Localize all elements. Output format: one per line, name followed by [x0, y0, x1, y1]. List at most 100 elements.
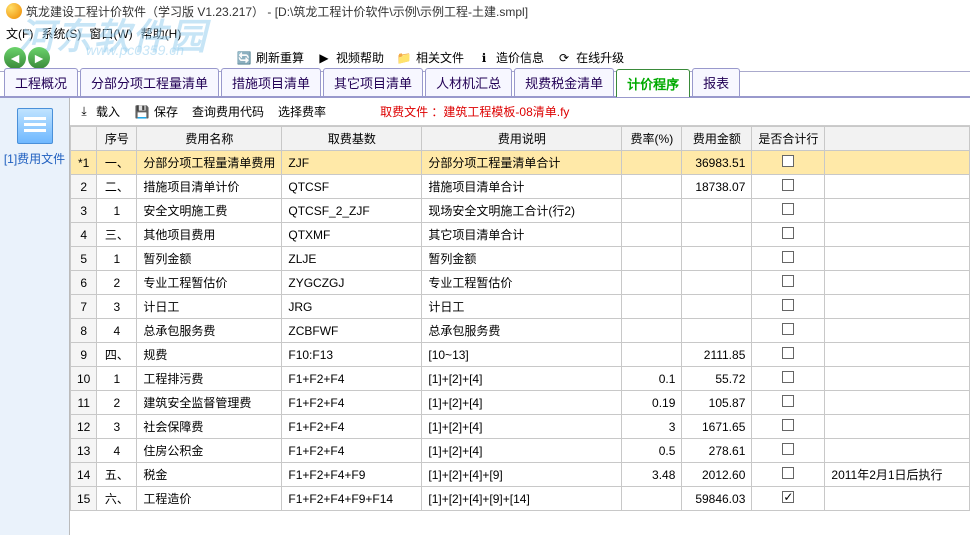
cell-seq[interactable]: 一、: [97, 151, 137, 175]
cell-name[interactable]: 计日工: [137, 295, 282, 319]
cell-rate[interactable]: [622, 199, 682, 223]
cell-note[interactable]: [825, 199, 970, 223]
cell-base[interactable]: F1+F2+F4+F9: [282, 463, 422, 487]
menu-help[interactable]: 帮助(H): [141, 25, 182, 42]
cell-amt[interactable]: 59846.03: [682, 487, 752, 511]
cell-base[interactable]: ZCBFWF: [282, 319, 422, 343]
table-row[interactable]: 14五、税金F1+F2+F4+F9[1]+[2]+[4]+[9]3.482012…: [71, 463, 970, 487]
table-row[interactable]: 101工程排污费F1+F2+F4[1]+[2]+[4]0.155.72: [71, 367, 970, 391]
cell-seq[interactable]: 二、: [97, 175, 137, 199]
checkbox-icon[interactable]: [782, 155, 794, 167]
cell-note[interactable]: [825, 247, 970, 271]
cell-amt[interactable]: 2012.60: [682, 463, 752, 487]
cell-chk[interactable]: [752, 175, 825, 199]
tab-bill[interactable]: 分部分项工程量清单: [80, 68, 219, 96]
col-rate[interactable]: 费率(%): [622, 127, 682, 151]
checkbox-icon[interactable]: [782, 347, 794, 359]
cell-name[interactable]: 工程排污费: [137, 367, 282, 391]
select-rate-button[interactable]: 选择费率: [278, 103, 326, 120]
checkbox-icon[interactable]: [782, 395, 794, 407]
cell-name[interactable]: 建筑安全监督管理费: [137, 391, 282, 415]
row-number[interactable]: 15: [71, 487, 97, 511]
row-number[interactable]: 14: [71, 463, 97, 487]
cell-amt[interactable]: 278.61: [682, 439, 752, 463]
table-row[interactable]: 112建筑安全监督管理费F1+F2+F4[1]+[2]+[4]0.19105.8…: [71, 391, 970, 415]
cell-base[interactable]: F1+F2+F4: [282, 439, 422, 463]
table-row[interactable]: 9四、规费F10:F13[10~13]2111.85: [71, 343, 970, 367]
cell-name[interactable]: 专业工程暂估价: [137, 271, 282, 295]
row-number[interactable]: 2: [71, 175, 97, 199]
cell-seq[interactable]: 四、: [97, 343, 137, 367]
row-number[interactable]: 9: [71, 343, 97, 367]
table-row[interactable]: 15六、工程造价F1+F2+F4+F9+F14[1]+[2]+[4]+[9]+[…: [71, 487, 970, 511]
row-number[interactable]: 4: [71, 223, 97, 247]
cell-chk[interactable]: [752, 367, 825, 391]
save-button[interactable]: 💾保存: [134, 103, 178, 120]
row-number[interactable]: 10: [71, 367, 97, 391]
cell-base[interactable]: JRG: [282, 295, 422, 319]
col-chk[interactable]: 是否合计行: [752, 127, 825, 151]
checkbox-icon[interactable]: [782, 275, 794, 287]
checkbox-icon[interactable]: [782, 203, 794, 215]
cell-desc[interactable]: 总承包服务费: [422, 319, 622, 343]
cell-rate[interactable]: [622, 271, 682, 295]
cell-seq[interactable]: 4: [97, 319, 137, 343]
cell-base[interactable]: ZJF: [282, 151, 422, 175]
checkbox-icon[interactable]: [782, 179, 794, 191]
cell-note[interactable]: [825, 415, 970, 439]
cell-chk[interactable]: [752, 415, 825, 439]
cell-base[interactable]: F1+F2+F4: [282, 367, 422, 391]
cell-note[interactable]: [825, 223, 970, 247]
video-help-button[interactable]: ▶视频帮助: [316, 49, 384, 66]
table-row[interactable]: 134住房公积金F1+F2+F4[1]+[2]+[4]0.5278.61: [71, 439, 970, 463]
cell-note[interactable]: [825, 343, 970, 367]
menu-system[interactable]: 系统(S): [41, 25, 81, 42]
cell-amt[interactable]: 2111.85: [682, 343, 752, 367]
cell-desc[interactable]: [1]+[2]+[4]+[9]: [422, 463, 622, 487]
tab-fees[interactable]: 规费税金清单: [514, 68, 614, 96]
cell-rate[interactable]: 3: [622, 415, 682, 439]
cell-rate[interactable]: [622, 151, 682, 175]
menu-file[interactable]: 文(F): [6, 25, 33, 42]
checkbox-icon[interactable]: [782, 323, 794, 335]
cell-seq[interactable]: 3: [97, 295, 137, 319]
cell-note[interactable]: [825, 391, 970, 415]
tab-report[interactable]: 报表: [692, 68, 740, 96]
cell-desc[interactable]: [1]+[2]+[4]: [422, 391, 622, 415]
refresh-button[interactable]: 🔄刷新重算: [236, 49, 304, 66]
cell-amt[interactable]: 105.87: [682, 391, 752, 415]
cell-chk[interactable]: [752, 391, 825, 415]
cell-chk[interactable]: [752, 247, 825, 271]
cell-seq[interactable]: 三、: [97, 223, 137, 247]
cell-desc[interactable]: 暂列金额: [422, 247, 622, 271]
table-row[interactable]: 51暂列金额ZLJE暂列金额: [71, 247, 970, 271]
tab-other[interactable]: 其它项目清单: [323, 68, 423, 96]
cell-amt[interactable]: [682, 199, 752, 223]
cell-note[interactable]: [825, 487, 970, 511]
cell-name[interactable]: 税金: [137, 463, 282, 487]
online-upgrade-button[interactable]: ⟳在线升级: [556, 49, 624, 66]
col-seq[interactable]: 序号: [97, 127, 137, 151]
cell-chk[interactable]: [752, 439, 825, 463]
cell-note[interactable]: [825, 175, 970, 199]
table-row[interactable]: 2二、措施项目清单计价QTCSF措施项目清单合计18738.07: [71, 175, 970, 199]
cell-rate[interactable]: 0.19: [622, 391, 682, 415]
table-row[interactable]: *1一、分部分项工程量清单费用ZJF分部分项工程量清单合计36983.51: [71, 151, 970, 175]
cell-rate[interactable]: 0.5: [622, 439, 682, 463]
checkbox-icon[interactable]: [782, 299, 794, 311]
nav-back-button[interactable]: ◄: [4, 47, 26, 69]
cell-desc[interactable]: [1]+[2]+[4]: [422, 367, 622, 391]
cell-name[interactable]: 分部分项工程量清单费用: [137, 151, 282, 175]
tab-rcj[interactable]: 人材机汇总: [425, 68, 512, 96]
checkbox-icon[interactable]: [782, 371, 794, 383]
table-row[interactable]: 31安全文明施工费QTCSF_2_ZJF现场安全文明施工合计(行2): [71, 199, 970, 223]
cell-name[interactable]: 住房公积金: [137, 439, 282, 463]
table-row[interactable]: 62专业工程暂估价ZYGCZGJ专业工程暂估价: [71, 271, 970, 295]
cell-base[interactable]: F1+F2+F4: [282, 391, 422, 415]
cell-name[interactable]: 总承包服务费: [137, 319, 282, 343]
cell-base[interactable]: QTXMF: [282, 223, 422, 247]
checkbox-icon[interactable]: [782, 467, 794, 479]
cell-seq[interactable]: 2: [97, 391, 137, 415]
cell-base[interactable]: F1+F2+F4+F9+F14: [282, 487, 422, 511]
cell-base[interactable]: ZLJE: [282, 247, 422, 271]
